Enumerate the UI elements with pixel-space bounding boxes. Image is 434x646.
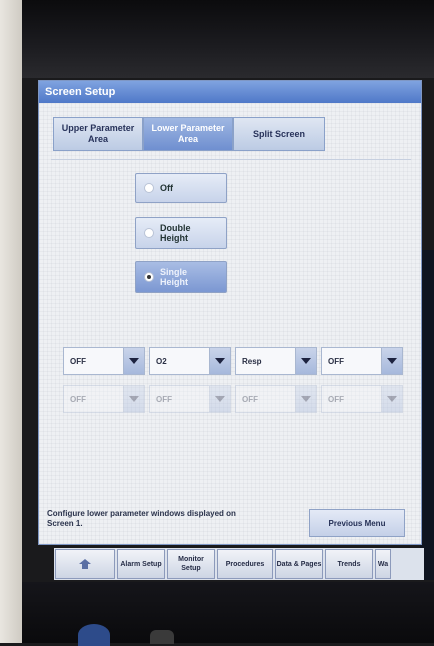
chevron-down-icon <box>209 348 230 374</box>
option-double-height[interactable]: Double Height <box>135 217 227 249</box>
data-pages-button[interactable]: Data & Pages <box>275 549 323 579</box>
select-value: OFF <box>70 394 86 404</box>
lower-window-5-select: OFF <box>63 385 145 413</box>
select-value: Resp <box>242 356 262 366</box>
window-title: Screen Setup <box>39 81 421 103</box>
chevron-down-icon <box>295 386 316 412</box>
tab-lower-parameter-area[interactable]: Lower Parameter Area <box>143 117 233 151</box>
select-value: O2 <box>156 356 167 366</box>
monitor-bezel <box>0 0 22 643</box>
lower-window-1-select[interactable]: OFF <box>63 347 145 375</box>
lower-window-2-select[interactable]: O2 <box>149 347 231 375</box>
screen-setup-window: Screen Setup Upper Parameter Area Lower … <box>38 80 422 545</box>
radio-selected-icon <box>144 272 154 282</box>
chevron-down-icon <box>123 348 144 374</box>
select-value: OFF <box>328 394 344 404</box>
monitor-top-bezel <box>22 0 434 78</box>
control-knob <box>150 630 174 644</box>
tab-upper-parameter-area[interactable]: Upper Parameter Area <box>53 117 143 151</box>
procedures-button[interactable]: Procedures <box>217 549 273 579</box>
option-label: Off <box>160 183 173 193</box>
tab-bar: Upper Parameter Area Lower Parameter Are… <box>53 117 325 151</box>
option-label: Single Height <box>160 267 188 287</box>
option-off[interactable]: Off <box>135 173 227 203</box>
alarm-setup-button[interactable]: Alarm Setup <box>117 549 165 579</box>
previous-menu-button[interactable]: Previous Menu <box>309 509 405 537</box>
trends-button[interactable]: Trends <box>325 549 373 579</box>
option-single-height[interactable]: Single Height <box>135 261 227 293</box>
select-value: OFF <box>70 356 86 366</box>
help-text: Configure lower parameter windows displa… <box>47 509 236 528</box>
chevron-down-icon <box>381 348 402 374</box>
home-icon <box>79 559 91 569</box>
wa-button[interactable]: Wa <box>375 549 391 579</box>
chevron-down-icon <box>381 386 402 412</box>
divider <box>51 159 411 160</box>
chevron-down-icon <box>209 386 230 412</box>
lower-window-8-select: OFF <box>321 385 403 413</box>
home-button[interactable] <box>55 549 115 579</box>
lower-window-7-select: OFF <box>235 385 317 413</box>
select-value: OFF <box>156 394 172 404</box>
monitor-setup-button[interactable]: Monitor Setup <box>167 549 215 579</box>
bottom-navigation: Alarm Setup Monitor Setup Procedures Dat… <box>54 548 424 580</box>
select-value: OFF <box>242 394 258 404</box>
option-label: Double Height <box>160 223 191 243</box>
radio-icon <box>144 183 154 193</box>
lower-window-4-select[interactable]: OFF <box>321 347 403 375</box>
chevron-down-icon <box>123 386 144 412</box>
select-value: OFF <box>328 356 344 366</box>
tab-split-screen[interactable]: Split Screen <box>233 117 325 151</box>
lower-window-6-select: OFF <box>149 385 231 413</box>
screen-edge <box>420 250 434 580</box>
lower-window-3-select[interactable]: Resp <box>235 347 317 375</box>
radio-icon <box>144 228 154 238</box>
chevron-down-icon <box>295 348 316 374</box>
